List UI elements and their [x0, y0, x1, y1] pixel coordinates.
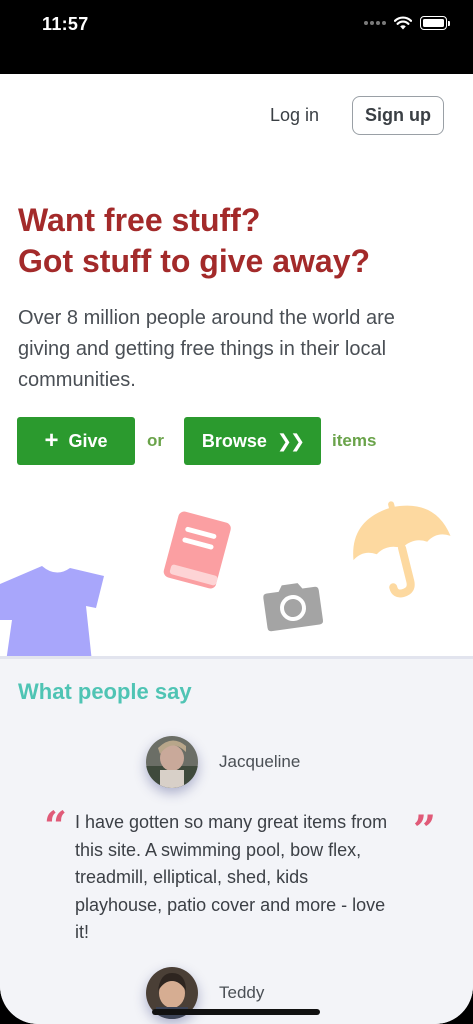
hero-title-line1: Want free stuff? — [18, 202, 261, 238]
person-name: Teddy — [219, 983, 265, 1002]
double-chevron-right-icon: ❯❯ — [276, 430, 305, 451]
camera-icon — [263, 583, 324, 632]
status-time: 11:57 — [42, 14, 89, 34]
cta-row: + Give or Browse ❯❯ items — [17, 417, 376, 465]
home-indicator — [152, 1009, 320, 1015]
app-screen: Log in Sign up Want free stuff? Got stuf… — [0, 74, 473, 1024]
battery-icon — [420, 16, 450, 30]
section-title: What people say — [18, 679, 192, 704]
testimonial-person: Jacqueline — [146, 736, 300, 788]
cta-items-text: items — [332, 431, 377, 450]
hero-title: Want free stuff? Got stuff to give away? — [18, 200, 458, 282]
login-link[interactable]: Log in — [270, 105, 319, 126]
signal-icon — [364, 21, 386, 25]
testimonials-section: What people say Jacqueline “ I have gott… — [0, 656, 473, 1024]
browse-button[interactable]: Browse ❯❯ — [184, 417, 321, 465]
book-icon — [163, 511, 231, 589]
give-button-label: Give — [68, 430, 108, 451]
plus-icon: + — [44, 427, 59, 454]
quote-open-icon: “ — [44, 803, 68, 850]
avatar — [146, 736, 198, 788]
umbrella-icon — [353, 501, 451, 598]
wifi-icon — [394, 16, 412, 30]
signup-button[interactable]: Sign up — [352, 96, 444, 135]
give-button[interactable]: + Give — [17, 417, 135, 465]
status-icons — [364, 16, 450, 30]
browse-button-label: Browse — [201, 430, 267, 451]
quote-text: I have gotten so many great items from t… — [75, 812, 388, 942]
testimonial-quote: “ I have gotten so many great items from… — [44, 803, 436, 947]
cta-or-text: or — [147, 431, 164, 450]
shirt-icon — [0, 566, 104, 662]
hero-title-line2: Got stuff to give away? — [18, 243, 371, 279]
status-bar: 11:57 — [0, 0, 473, 74]
quote-close-icon: ” — [412, 807, 436, 854]
person-name: Jacqueline — [219, 752, 301, 771]
top-nav: Log in Sign up — [270, 96, 444, 135]
hero-description: Over 8 million people around the world a… — [18, 307, 395, 391]
illustrations — [0, 494, 473, 662]
